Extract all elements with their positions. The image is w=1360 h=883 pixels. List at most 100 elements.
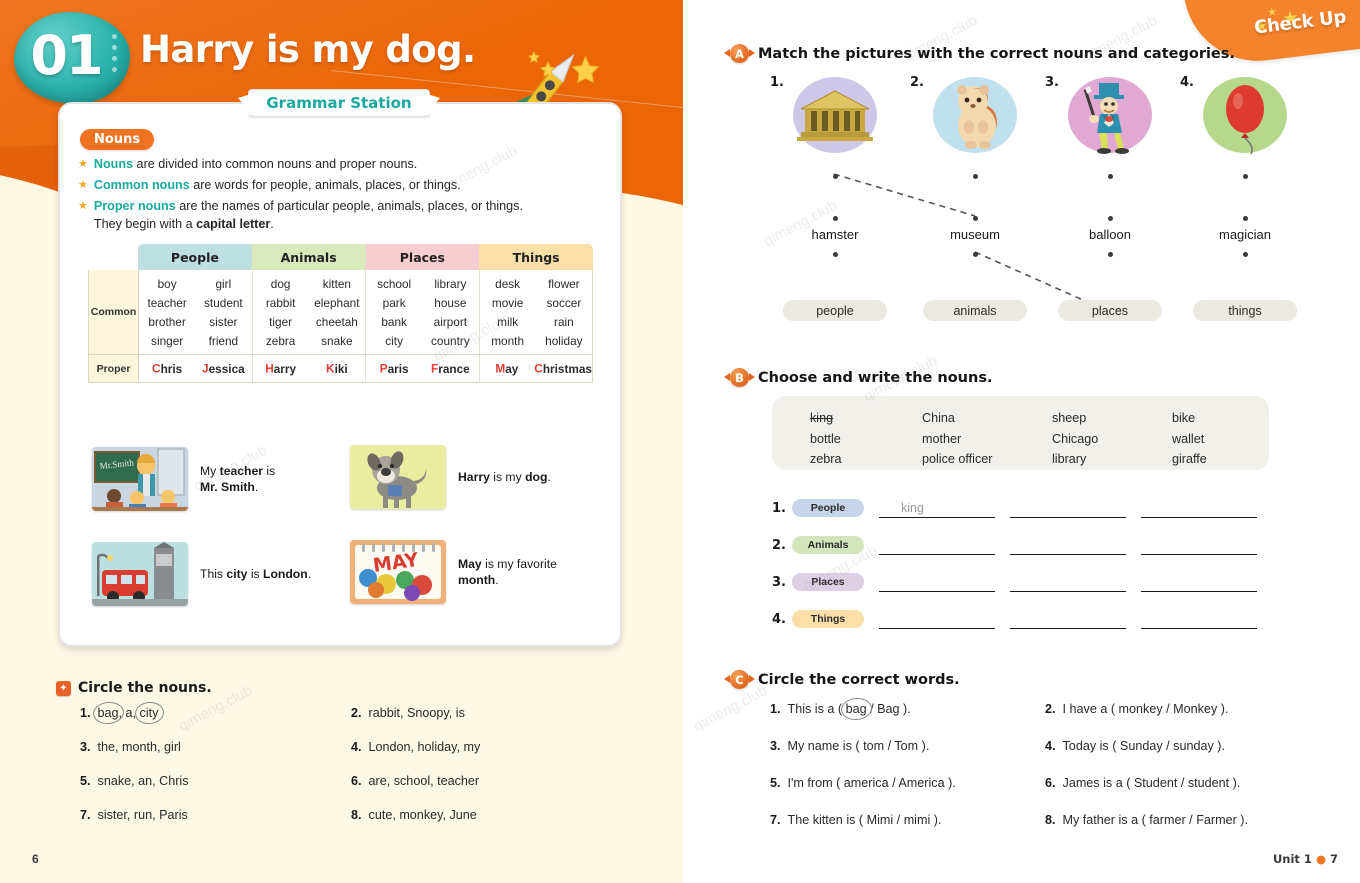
rule-text: are words for people, animals, places, o… — [189, 177, 461, 192]
cap-bold-1: teacher — [219, 463, 263, 478]
proper-column-0: Chris Jessica — [139, 355, 253, 382]
table-word-pair: boy girl — [139, 274, 252, 293]
right-page: ★ ★ ★ Check Up — [683, 0, 1360, 883]
classroom-teacher-picture: Mr.Smith — [92, 447, 188, 511]
circle-noun-item[interactable]: 6. are, school, teacher — [351, 774, 479, 788]
item-text: London, holiday, my — [368, 740, 481, 754]
item-number: 4. — [351, 740, 362, 754]
table-word: kitten — [322, 276, 351, 291]
grammar-rule-2: ★ Common nouns are words for people, ani… — [78, 177, 598, 195]
circle-nouns-exercise: ✦ Circle the nouns. 1. bag, a, city 2. rabb… — [56, 680, 656, 856]
cap-mid: is — [263, 463, 276, 478]
common-column-2: school library park house bank airport city cou… — [366, 270, 480, 354]
table-word: desk — [495, 276, 521, 291]
table-word-pair: zebra snake — [253, 331, 366, 350]
table-word-pair: month holiday — [480, 331, 593, 350]
table-word: sister — [209, 314, 238, 329]
unit-number-badge: 01 — [14, 12, 130, 104]
proper-noun: Christmas — [534, 361, 592, 376]
item-text: bag, a, city — [98, 706, 159, 720]
page-number-left: 6 — [32, 852, 39, 866]
table-word-pair: Harry Kiki — [253, 359, 366, 378]
cap-post: . — [307, 566, 312, 581]
table-word: elephant — [314, 295, 360, 310]
table-word-pair: brother sister — [139, 312, 252, 331]
badge-dots-decor — [112, 34, 117, 78]
may-calendar-picture: MAY — [350, 540, 446, 604]
cap-pre: My — [200, 463, 220, 478]
nouns-table: People Animals Places Things Common boy g… — [88, 244, 593, 383]
cap-post: . — [254, 480, 259, 494]
table-word: soccer — [546, 295, 582, 310]
item-number: 2. — [351, 706, 362, 720]
example-1: Mr.Smith My teacher is Mr. Smith. — [92, 447, 275, 511]
circle-noun-item[interactable]: 2. rabbit, Snoopy, is — [351, 706, 465, 720]
table-word: girl — [215, 276, 232, 291]
circled-answer: bag — [97, 706, 119, 720]
common-column-1: dog kitten rabbit elephant tiger cheetah zebra… — [253, 270, 366, 354]
table-word-pair: city country — [366, 331, 479, 350]
table-word-pair: Paris France — [366, 359, 479, 378]
cap-bold-2: month — [458, 573, 496, 587]
grammar-rule-1: ★ Nouns are divided into common nouns an… — [78, 156, 598, 174]
common-column-3: desk flower movie soccer milk rain month holida… — [480, 270, 593, 354]
table-word: rabbit — [265, 295, 296, 310]
table-word: student — [204, 295, 243, 310]
cap-mid: is my — [489, 469, 526, 484]
rule-keyword: Nouns — [93, 157, 134, 171]
circled-answer: city — [139, 706, 159, 720]
column-header-animals: Animals — [251, 244, 366, 270]
table-word: country — [431, 333, 470, 348]
table-word: school — [377, 276, 412, 291]
grammar-rules-list: ★ Nouns are divided into common nouns an… — [78, 156, 598, 237]
circle-noun-item[interactable]: 7. sister, run, Paris — [80, 808, 188, 822]
table-word: snake — [321, 333, 353, 348]
proper-column-1: Harry Kiki — [253, 355, 366, 382]
table-header-row: People Animals Places Things — [88, 244, 593, 270]
table-word: month — [491, 333, 525, 348]
table-word: friend — [208, 333, 239, 348]
table-word-pair: May Christmas — [480, 359, 592, 378]
table-word: boy — [157, 276, 177, 291]
circle-nouns-items: 1. bag, a, city 2. rabbit, Snoopy, is 3. the,… — [56, 706, 656, 856]
table-word: park — [382, 295, 406, 310]
item-number: 7. — [80, 808, 91, 822]
rule-continuation: They begin with a capital letter. — [94, 216, 523, 234]
table-word-pair: movie soccer — [480, 293, 593, 312]
london-bus-picture — [92, 542, 188, 606]
item-number: 1. — [80, 706, 91, 720]
table-word: library — [434, 276, 467, 291]
example-2: Harry is my dog. — [350, 445, 551, 509]
circle-noun-item[interactable]: 8. cute, monkey, June — [351, 808, 477, 822]
proper-noun: Chris — [152, 361, 183, 376]
table-word: dog — [270, 276, 291, 291]
circle-noun-item[interactable]: 1. bag, a, city — [80, 706, 158, 720]
dog-picture — [350, 445, 446, 509]
table-word: city — [385, 333, 403, 348]
table-word: holiday — [545, 333, 583, 348]
table-word: house — [434, 295, 467, 310]
circle-noun-item[interactable]: 3. the, month, girl — [80, 740, 181, 754]
table-corner-cell — [88, 244, 138, 270]
item-number: 5. — [80, 774, 91, 788]
table-word-pair: park house — [366, 293, 479, 312]
proper-cells-container: Chris Jessica Harry Kiki Paris France May Chris… — [139, 355, 592, 382]
item-text: are, school, teacher — [368, 774, 480, 788]
proper-noun: Paris — [379, 361, 409, 376]
cap-mid: is — [247, 566, 264, 581]
circle-noun-item[interactable]: 4. London, holiday, my — [351, 740, 480, 754]
circle-noun-item[interactable]: 5. snake, an, Chris — [80, 774, 189, 788]
table-word: tiger — [269, 314, 293, 329]
item-text: cute, monkey, June — [368, 808, 477, 822]
table-proper-row: Proper Chris Jessica Harry Kiki Paris France M… — [88, 355, 593, 383]
star-bullet-icon: ★ — [78, 158, 88, 170]
example-2-caption: Harry is my dog. — [458, 469, 551, 485]
row-label-proper: Proper — [89, 355, 139, 382]
item-text: the, month, girl — [97, 740, 181, 754]
rule-keyword: Proper nouns — [93, 198, 176, 213]
column-header-people: People — [138, 244, 252, 270]
cap-post: . — [495, 573, 499, 587]
cap-post: . — [547, 469, 551, 484]
cap-bold-2: dog — [525, 469, 548, 484]
grammar-station-ribbon: Grammar Station — [248, 89, 430, 117]
